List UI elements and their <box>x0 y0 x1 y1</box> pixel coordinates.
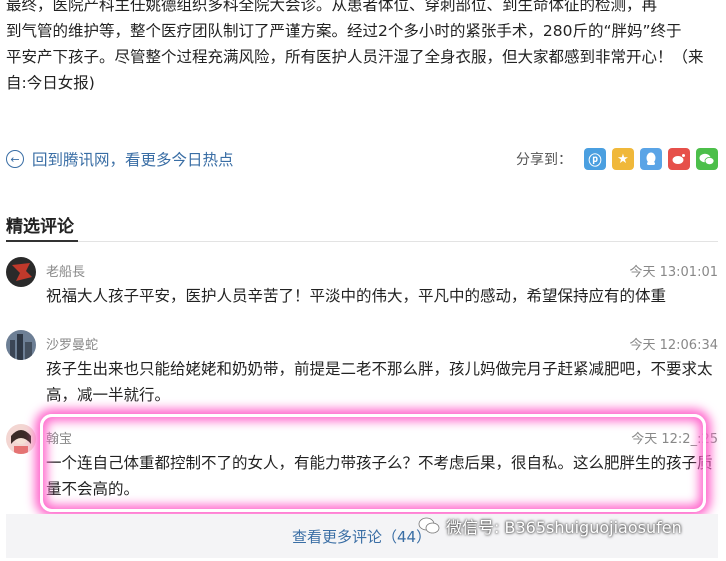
back-share-row: ← 回到腾讯网，看更多今日热点 分享到： ⓟ ★ <box>6 148 718 174</box>
article-line: 平安产下孩子。尽管整个过程充满风险，所有医护人员汗湿了全身衣服，但大家都感到非常… <box>6 48 704 66</box>
avatar[interactable] <box>6 330 36 360</box>
wechat-watermark-icon <box>418 517 440 534</box>
comment-time: 今天 12:06:34 <box>629 338 718 353</box>
back-link-label: 回到腾讯网，看更多今日热点 <box>32 151 234 169</box>
watermark-text: 微信号: B365shuiguojiaosufen <box>446 518 682 537</box>
section-divider <box>6 241 718 242</box>
qzone-icon[interactable]: ⓟ <box>584 148 606 170</box>
share-bar: 分享到： ⓟ ★ <box>516 148 718 170</box>
comment-author[interactable]: 翰宝 <box>46 428 72 447</box>
article-line: 到气管的维护等，整个医疗团队制订了严谨方案。经过2个多小时的紧张手术，280斤的… <box>6 22 682 40</box>
comment-author[interactable]: 老船長 <box>46 261 85 280</box>
comment-item: 老船長 今天 13:01:01 祝福大人孩子平安，医护人员辛苦了！平淡中的伟大，… <box>6 257 718 317</box>
more-comments-link[interactable]: 查看更多评论（44） <box>292 526 431 547</box>
avatar[interactable] <box>6 257 36 287</box>
share-label: 分享到： <box>516 152 572 168</box>
wechat-icon[interactable] <box>696 148 718 170</box>
favorite-icon[interactable]: ★ <box>612 148 634 170</box>
weibo-icon[interactable] <box>668 148 690 170</box>
comment-time: 今天 13:01:01 <box>629 265 718 280</box>
back-to-tencent-link[interactable]: ← 回到腾讯网，看更多今日热点 <box>6 148 234 170</box>
comment-item: 翰宝 今天 12:2_:25 一个连自己体重都控制不了的女人，有能力带孩子么？不… <box>6 424 718 504</box>
comment-author[interactable]: 沙罗曼蛇 <box>46 334 98 353</box>
comment-text: 一个连自己体重都控制不了的女人，有能力带孩子么？不考虑后果，很自私。这么肥胖生的… <box>46 454 713 498</box>
comment-item: 沙罗曼蛇 今天 12:06:34 孩子生出来也只能给姥姥和奶奶带，前提是二老不那… <box>6 330 718 410</box>
section-title-underline <box>6 240 78 242</box>
article-body: 最终，医院产科主任姚德组织多科全院大会诊。从患者体位、穿刺部位、到生命体征的检测… <box>6 0 718 96</box>
article-line: 最终，医院产科主任姚德组织多科全院大会诊。从患者体位、穿刺部位、到生命体征的检测… <box>6 0 658 14</box>
comment-text: 孩子生出来也只能给姥姥和奶奶带，前提是二老不那么胖，孩儿妈做完月子赶紧减肥吧，不… <box>46 360 713 404</box>
qq-icon[interactable] <box>640 148 662 170</box>
wechat-watermark: 微信号: B365shuiguojiaosufen <box>418 514 682 538</box>
comment-time: 今天 12:2_:25 <box>631 432 718 447</box>
avatar[interactable] <box>6 424 36 454</box>
featured-comments-title: 精选评论 <box>6 217 74 237</box>
comment-text: 祝福大人孩子平安，医护人员辛苦了！平淡中的伟大，平凡中的感动，希望保持应有的体重 <box>46 287 667 305</box>
back-arrow-icon: ← <box>6 150 24 168</box>
article-line: 自:今日女报) <box>6 74 95 92</box>
